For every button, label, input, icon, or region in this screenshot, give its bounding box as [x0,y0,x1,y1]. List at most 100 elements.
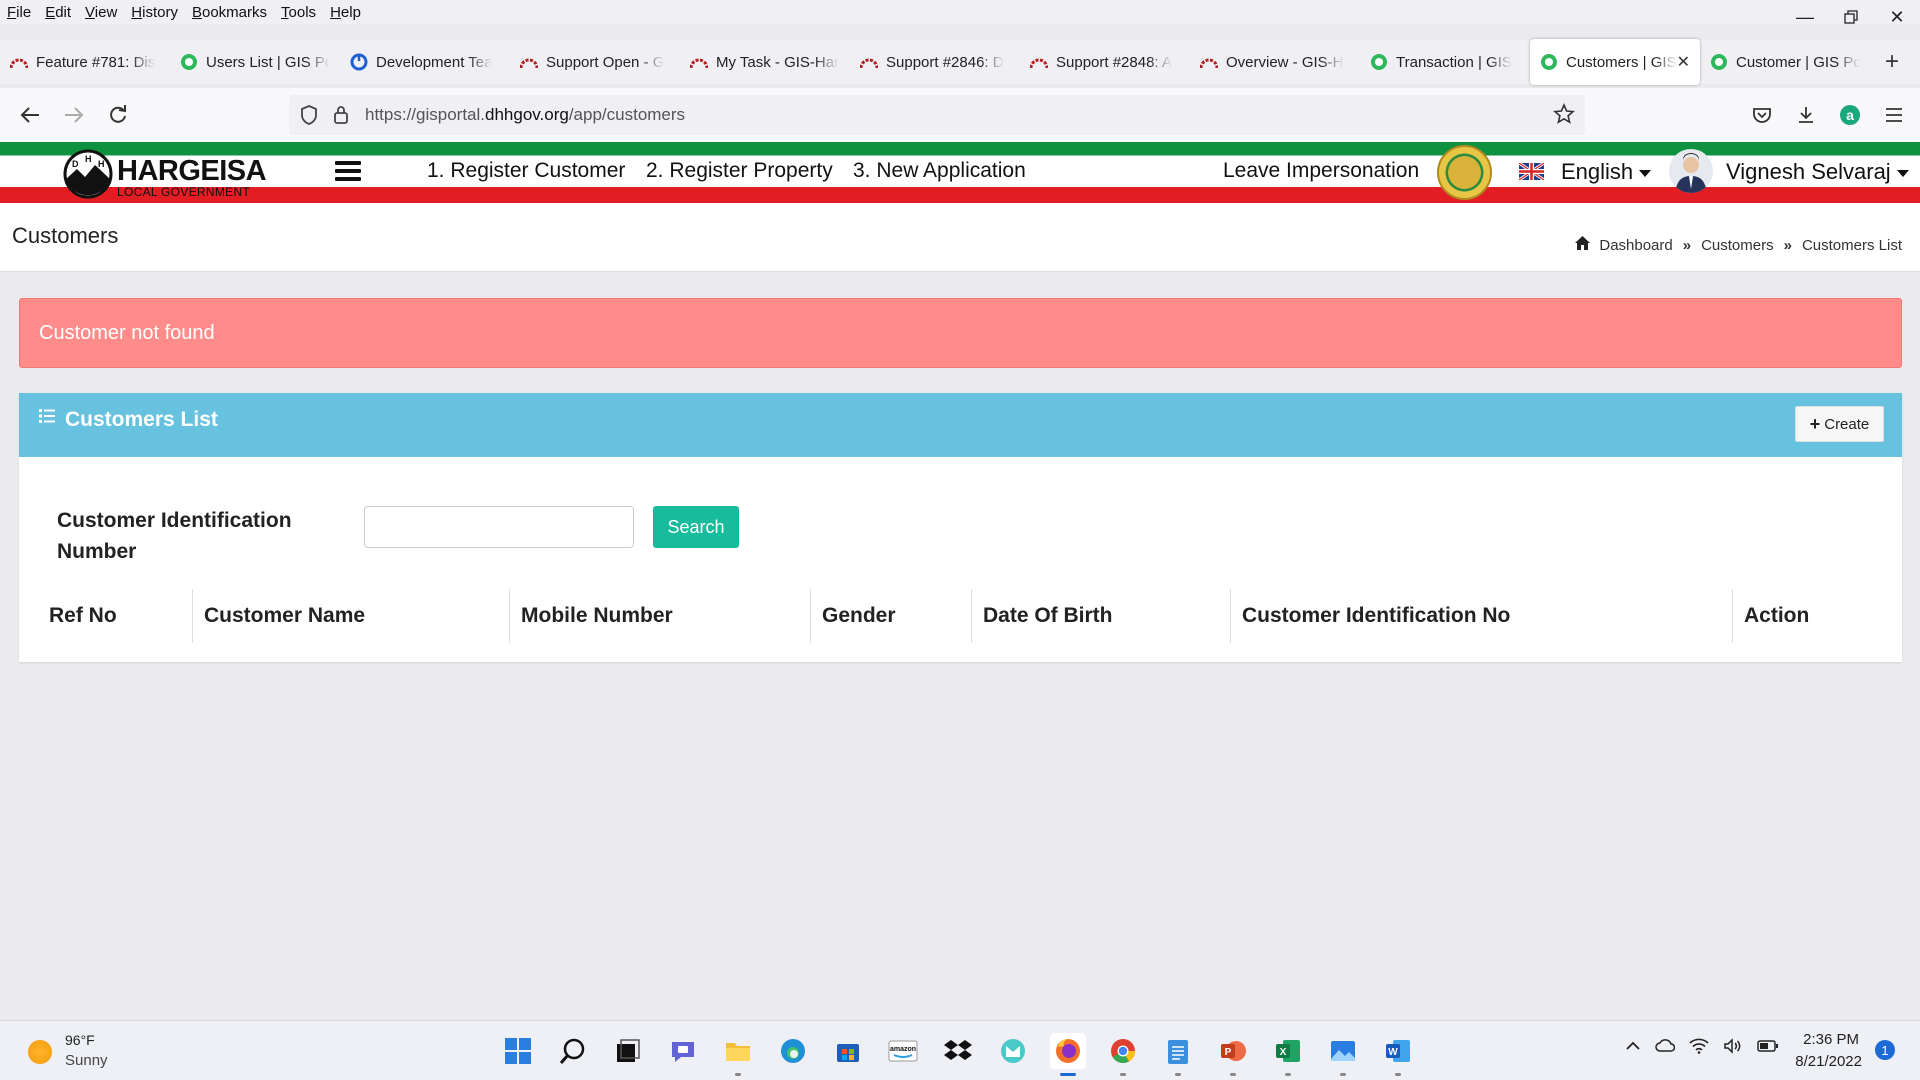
forward-icon[interactable] [54,95,94,135]
onedrive-cloud-icon[interactable] [1655,1038,1676,1059]
breadcrumb-dashboard[interactable]: Dashboard [1599,237,1672,254]
browser-tab[interactable]: My Task - GIS-Har [680,40,850,84]
svg-text:H: H [98,159,105,169]
extension-a-icon[interactable]: a [1836,101,1864,129]
firefox-icon[interactable] [1050,1033,1086,1076]
browser-tab[interactable]: Support #2846: D [850,40,1020,84]
notepad-icon[interactable] [1160,1033,1196,1076]
user-menu[interactable]: Vignesh Selvaraj [1726,159,1909,185]
customer-id-input[interactable] [364,506,634,548]
photos-icon[interactable] [1325,1033,1361,1076]
gis-portal-icon [1540,53,1558,71]
browser-menubar: File Edit View History Bookmarks Tools H… [0,0,1920,24]
shield-icon[interactable] [299,104,319,131]
powerpoint-icon[interactable]: P [1215,1033,1251,1076]
breadcrumb-customers[interactable]: Customers [1701,237,1774,254]
wifi-icon[interactable] [1689,1038,1709,1059]
redmine-icon [520,53,538,71]
browser-tab[interactable]: Customer | GIS Po [1700,40,1870,84]
error-alert: Customer not found [19,298,1902,368]
browser-tab-active[interactable]: Customers | GIS ✕ [1530,39,1700,85]
menu-file[interactable]: File [0,4,38,21]
windows-start-icon[interactable] [500,1033,536,1069]
browser-tab[interactable]: Development Tea [340,40,510,84]
nav-register-customer[interactable]: 1. Register Customer [427,159,625,183]
redmine-icon [860,53,878,71]
column-header[interactable]: Customer Identification No [1230,589,1732,643]
menu-bookmarks[interactable]: Bookmarks [185,4,274,21]
menu-history[interactable]: History [124,4,185,21]
file-explorer-icon[interactable] [720,1033,756,1076]
column-header[interactable]: Action [1732,589,1902,643]
column-header[interactable]: Date Of Birth [971,589,1230,643]
leave-impersonation-link[interactable]: Leave Impersonation [1223,159,1419,183]
browser-tab[interactable]: Overview - GIS-H [1190,40,1360,84]
hargeisa-logo[interactable]: D H H HARGEISA LOCAL GOVERNMENT [63,145,267,201]
browser-tab[interactable]: Support #2848: A [1020,40,1190,84]
new-tab-icon[interactable]: + [1872,40,1912,84]
clock-date[interactable]: 8/21/2022 [1790,1053,1862,1070]
dropbox-icon[interactable] [940,1033,976,1069]
tab-bar: Feature #781: Dis Users List | GIS Po De… [0,39,1920,85]
chevron-up-icon[interactable] [1625,1038,1641,1059]
store-icon[interactable] [830,1033,866,1069]
uk-flag-icon [1519,163,1544,180]
notification-badge[interactable]: 1 [1875,1040,1895,1060]
minimize-icon[interactable]: — [1782,0,1828,34]
create-button[interactable]: + Create [1795,406,1884,442]
column-header[interactable]: Mobile Number [509,589,810,643]
back-icon[interactable] [10,95,50,135]
language-selector[interactable]: English [1561,159,1652,185]
column-header[interactable]: Ref No [19,589,192,643]
edge-icon[interactable] [775,1033,811,1069]
menu-tools[interactable]: Tools [274,4,323,21]
url-text[interactable]: https://gisportal.dhhgov.org/app/custome… [365,105,685,125]
gis-portal-icon [1710,53,1728,71]
menu-view[interactable]: View [78,4,124,21]
column-header[interactable]: Customer Name [192,589,509,643]
table-header: Ref No Customer Name Mobile Number Gende… [19,589,1902,645]
browser-tab[interactable]: Support Open - G [510,40,680,84]
battery-icon[interactable] [1757,1038,1779,1059]
panel-header: Customers List + Create [19,393,1902,457]
menu-edit[interactable]: Edit [38,4,78,21]
restore-icon[interactable] [1828,0,1874,34]
sidebar-toggle-icon[interactable] [335,161,361,181]
download-icon[interactable] [1792,101,1820,129]
address-bar[interactable]: https://gisportal.dhhgov.org/app/custome… [289,95,1585,135]
amazon-icon[interactable]: amazon [885,1033,921,1069]
nav-new-application[interactable]: 3. New Application [853,159,1026,183]
search-button[interactable]: Search [653,506,739,548]
bookmark-star-icon[interactable] [1553,102,1575,130]
volume-icon[interactable] [1723,1038,1743,1059]
chevron-down-icon [1639,169,1652,177]
lock-icon[interactable] [332,104,350,131]
nav-register-property[interactable]: 2. Register Property [646,159,833,183]
user-avatar[interactable] [1669,149,1713,193]
column-header[interactable]: Gender [810,589,971,643]
pocket-icon[interactable] [1748,101,1776,129]
logo-emblem-icon: D H H [63,149,113,199]
word-icon[interactable]: W [1380,1033,1416,1076]
menu-help[interactable]: Help [323,4,368,21]
svg-text:H: H [85,154,92,164]
browser-tab[interactable]: Users List | GIS Po [170,40,340,84]
teams-chat-icon[interactable] [665,1033,701,1069]
redmine-icon [690,53,708,71]
chrome-icon[interactable] [1105,1033,1141,1076]
weather-temperature[interactable]: 96°F [65,1032,95,1048]
close-window-icon[interactable]: ✕ [1874,0,1920,34]
browser-tab[interactable]: Transaction | GIS [1360,40,1530,84]
excel-icon[interactable]: X [1270,1033,1306,1076]
search-label: Customer Identification Number [57,509,292,563]
browser-tab[interactable]: Feature #781: Dis [0,40,170,84]
close-tab-icon[interactable]: ✕ [1677,52,1690,72]
reload-icon[interactable] [98,95,138,135]
task-view-icon[interactable] [610,1033,646,1069]
sun-icon[interactable] [28,1040,52,1064]
clock-time[interactable]: 2:36 PM [1803,1031,1859,1048]
mail-app-icon[interactable] [995,1033,1031,1069]
search-icon[interactable] [555,1033,591,1069]
app-menu-icon[interactable] [1880,101,1908,129]
weather-condition[interactable]: Sunny [65,1052,108,1069]
